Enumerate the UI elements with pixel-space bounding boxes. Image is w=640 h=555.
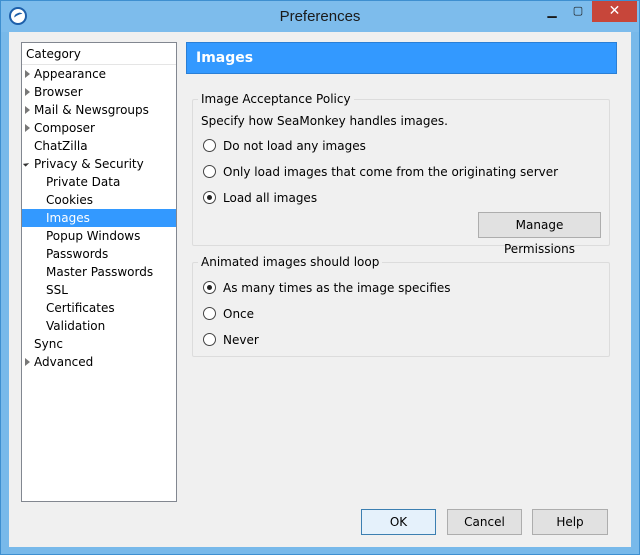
radio-do-not-load-images[interactable]: Do not load any images xyxy=(203,137,366,155)
close-button[interactable]: ✕ xyxy=(592,1,637,22)
collapsed-arrow-icon[interactable] xyxy=(25,70,30,78)
tree-item-popup-windows[interactable]: Popup Windows xyxy=(22,227,176,245)
radio-do-not-load-images-label[interactable]: Do not load any images xyxy=(223,139,366,153)
radio-loop-never[interactable]: Never xyxy=(203,331,259,349)
tree-item-label: Advanced xyxy=(34,355,94,369)
tree-item-ssl[interactable]: SSL xyxy=(22,281,176,299)
tree-item-label: Popup Windows xyxy=(46,229,141,243)
expanded-arrow-icon[interactable] xyxy=(22,160,30,167)
category-tree[interactable]: Category Appearance Browser Mail & Newsgro… xyxy=(21,42,177,502)
title-bar[interactable]: Preferences ▁ ▢ ✕ xyxy=(1,1,639,32)
tree-item-privacy-security[interactable]: Privacy & Security xyxy=(22,155,176,173)
tree-item-master-passwords[interactable]: Master Passwords xyxy=(22,263,176,281)
panel-title: Images xyxy=(186,42,617,74)
radio-only-originating-server[interactable]: Only load images that come from the orig… xyxy=(203,163,558,181)
radio-loop-as-specified[interactable]: As many times as the image specifies xyxy=(203,279,451,297)
ok-button[interactable]: OK xyxy=(361,509,436,535)
collapsed-arrow-icon[interactable] xyxy=(25,124,30,132)
radio-loop-never-control[interactable] xyxy=(203,333,216,346)
tree-item-label: Passwords xyxy=(46,247,109,261)
tree-item-validation[interactable]: Validation xyxy=(22,317,176,335)
radio-loop-once-label[interactable]: Once xyxy=(223,307,254,321)
category-tree-header[interactable]: Category xyxy=(22,43,176,65)
collapsed-arrow-icon[interactable] xyxy=(25,88,30,96)
radio-load-all-images-label[interactable]: Load all images xyxy=(223,191,317,205)
tree-item-label: Sync xyxy=(34,337,63,351)
tree-item-label: Master Passwords xyxy=(46,265,154,279)
image-policy-description: Specify how SeaMonkey handles images. xyxy=(201,114,448,128)
animated-images-loop-group: Animated images should loop As many time… xyxy=(192,255,610,357)
radio-loop-as-specified-label[interactable]: As many times as the image specifies xyxy=(223,281,451,295)
tree-item-passwords[interactable]: Passwords xyxy=(22,245,176,263)
radio-only-originating-server-label[interactable]: Only load images that come from the orig… xyxy=(223,165,558,179)
tree-item-images[interactable]: Images xyxy=(22,209,176,227)
tree-item-composer[interactable]: Composer xyxy=(22,119,176,137)
maximize-button[interactable]: ▢ xyxy=(565,1,591,22)
manage-permissions-button[interactable]: Manage Permissions xyxy=(478,212,601,256)
tree-item-label: SSL xyxy=(46,283,68,297)
tree-item-label: Browser xyxy=(34,85,83,99)
tree-item-label: Certificates xyxy=(46,301,115,315)
radio-only-originating-server-control[interactable] xyxy=(203,165,216,178)
collapsed-arrow-icon[interactable] xyxy=(25,358,30,366)
tree-item-label: Privacy & Security xyxy=(34,157,144,171)
tree-item-label: Images xyxy=(46,211,90,225)
tree-item-cookies[interactable]: Cookies xyxy=(22,191,176,209)
radio-loop-once-control[interactable] xyxy=(203,307,216,320)
help-button[interactable]: Help xyxy=(532,509,608,535)
preferences-window: Preferences ▁ ▢ ✕ Category Appearance Bro… xyxy=(0,0,640,555)
category-tree-items: Appearance Browser Mail & Newsgroups Compos… xyxy=(22,65,176,371)
radio-do-not-load-images-control[interactable] xyxy=(203,139,216,152)
tree-item-label: Composer xyxy=(34,121,95,135)
radio-loop-never-label[interactable]: Never xyxy=(223,333,259,347)
minimize-button[interactable]: ▁ xyxy=(539,1,565,22)
tree-item-advanced[interactable]: Advanced xyxy=(22,353,176,371)
tree-item-appearance[interactable]: Appearance xyxy=(22,65,176,83)
radio-loop-once[interactable]: Once xyxy=(203,305,254,323)
tree-item-label: Mail & Newsgroups xyxy=(34,103,149,117)
tree-item-label: Validation xyxy=(46,319,106,333)
radio-loop-as-specified-control[interactable] xyxy=(203,281,216,294)
tree-item-private-data[interactable]: Private Data xyxy=(22,173,176,191)
cancel-button[interactable]: Cancel xyxy=(447,509,522,535)
tree-item-label: Private Data xyxy=(46,175,121,189)
image-acceptance-policy-caption: Image Acceptance Policy xyxy=(198,92,354,106)
tree-item-mail-newsgroups[interactable]: Mail & Newsgroups xyxy=(22,101,176,119)
radio-load-all-images-control[interactable] xyxy=(203,191,216,204)
tree-item-label: Appearance xyxy=(34,67,107,81)
collapsed-arrow-icon[interactable] xyxy=(25,106,30,114)
tree-item-label: ChatZilla xyxy=(34,139,88,153)
tree-item-chatzilla[interactable]: ChatZilla xyxy=(22,137,176,155)
tree-item-browser[interactable]: Browser xyxy=(22,83,176,101)
radio-load-all-images[interactable]: Load all images xyxy=(203,189,317,207)
animated-images-loop-caption: Animated images should loop xyxy=(198,255,383,269)
tree-item-label: Cookies xyxy=(46,193,93,207)
tree-item-certificates[interactable]: Certificates xyxy=(22,299,176,317)
tree-item-sync[interactable]: Sync xyxy=(22,335,176,353)
dialog-client-area: Category Appearance Browser Mail & Newsgro… xyxy=(9,32,631,547)
